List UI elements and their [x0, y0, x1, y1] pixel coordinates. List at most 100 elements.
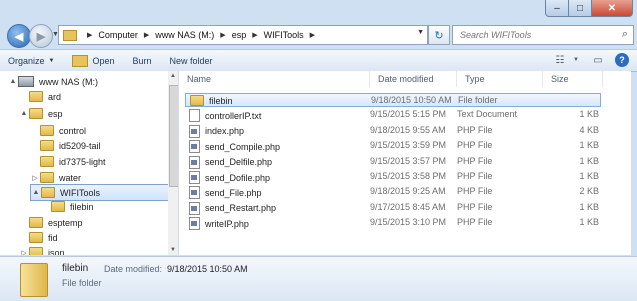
- breadcrumb-separator-icon[interactable]: ▶: [310, 31, 315, 39]
- tree-item-id5209-tail[interactable]: id5209-tail: [30, 138, 101, 153]
- folder-icon: [29, 217, 43, 228]
- tree-item-label: www NAS (M:): [39, 76, 98, 87]
- search-icon[interactable]: ⌕: [622, 28, 628, 41]
- column-header-size[interactable]: Size: [543, 71, 603, 87]
- file-date-modified: 9/18/2015 9:25 AM: [370, 186, 446, 197]
- file-row[interactable]: send_Compile.php 9/15/2015 3:59 PM PHP Fil…: [185, 139, 601, 154]
- open-folder-icon: [72, 54, 89, 67]
- tree-item-www-nas-m[interactable]: ▲ www NAS (M:): [8, 74, 98, 89]
- tree-item-json[interactable]: ▷ json: [19, 245, 65, 255]
- address-dropdown-icon[interactable]: ▼: [417, 29, 424, 36]
- tree-item-filebin[interactable]: filebin: [41, 199, 94, 214]
- folder-icon: [29, 91, 43, 102]
- organize-button[interactable]: Organize ▼: [8, 56, 54, 66]
- collapsed-arrow-icon[interactable]: ▷: [30, 174, 40, 182]
- tree-item-label: ard: [48, 91, 62, 102]
- scrollbar-thumb[interactable]: [169, 85, 178, 187]
- file-row[interactable]: send_Delfile.php 9/15/2015 3:57 PM PHP Fil…: [185, 155, 601, 169]
- file-row[interactable]: index.php 9/18/2015 9:55 AM PHP File 4 KB: [185, 124, 601, 138]
- command-bar: Organize ▼ Open Burn New folder ☷ ▼ ▭ ?: [0, 49, 637, 72]
- maximize-button[interactable]: □: [569, 0, 592, 17]
- address-bar[interactable]: ▶ Computer ▶ www NAS (M:) ▶ esp ▶ WIFITo…: [58, 25, 428, 45]
- back-button[interactable]: ◀: [7, 24, 31, 48]
- burn-button[interactable]: Burn: [133, 56, 152, 66]
- file-name-cell: writeIP.php: [189, 217, 249, 231]
- file-name-cell: filebin: [190, 95, 233, 106]
- column-header-date-modified[interactable]: Date modified: [370, 71, 457, 87]
- file-row[interactable]: send_Dofile.php 9/15/2015 3:58 PM PHP File…: [185, 170, 601, 184]
- view-options-icon[interactable]: ☷: [553, 54, 567, 66]
- tree-item-esptemp[interactable]: esptemp: [19, 215, 83, 230]
- folder-icon: [40, 125, 54, 136]
- php-file-icon: [189, 124, 200, 138]
- file-type: PHP File: [457, 124, 493, 135]
- breadcrumb-wifitools[interactable]: WIFITools: [264, 30, 304, 40]
- breadcrumb-separator-icon[interactable]: ▶: [87, 31, 92, 39]
- breadcrumb-esp[interactable]: esp: [232, 30, 247, 40]
- refresh-button[interactable]: ↻: [428, 25, 450, 45]
- tree-item-label: fid: [48, 232, 58, 243]
- breadcrumb-nas-drive[interactable]: www NAS (M:): [155, 30, 214, 40]
- collapsed-arrow-icon[interactable]: ▷: [19, 249, 29, 256]
- burn-label: Burn: [132, 55, 152, 66]
- forward-button[interactable]: ▶: [29, 24, 53, 48]
- tree-item-ard[interactable]: ard: [19, 89, 61, 104]
- chevron-down-icon[interactable]: ▼: [569, 54, 583, 66]
- navigation-pane: ▲ www NAS (M:) ard ▲ esp control id5209-tail id…: [0, 71, 179, 255]
- breadcrumb-separator-icon[interactable]: ▶: [252, 31, 257, 39]
- file-name-cell: send_Restart.php: [189, 201, 276, 215]
- file-date-modified: 9/15/2015 3:10 PM: [370, 217, 447, 228]
- help-icon[interactable]: ?: [615, 53, 629, 67]
- open-button[interactable]: Open: [72, 54, 115, 67]
- folder-icon: [29, 247, 43, 255]
- column-header-type[interactable]: Type: [457, 71, 543, 87]
- file-date-modified: 9/15/2015 3:58 PM: [370, 171, 447, 181]
- minimize-button[interactable]: –: [545, 0, 569, 17]
- file-row[interactable]: send_File.php 9/18/2015 9:25 AM PHP File 2 …: [185, 185, 601, 200]
- file-row[interactable]: controllerIP.txt 9/15/2015 5:15 PM Text Do…: [185, 108, 601, 123]
- tree-item-label: id7375-light: [59, 156, 106, 167]
- tree-item-esp[interactable]: ▲ esp: [19, 106, 63, 121]
- file-name-cell: send_File.php: [189, 186, 262, 200]
- expanded-arrow-icon[interactable]: ▲: [19, 110, 29, 117]
- tree-item-label: water: [59, 172, 82, 183]
- file-row[interactable]: send_Restart.php 9/17/2015 8:45 AM PHP Fil…: [185, 201, 601, 215]
- tree-item-id7375-light[interactable]: id7375-light: [30, 154, 106, 169]
- folder-icon: [40, 172, 54, 183]
- details-item-type: File folder: [62, 278, 102, 288]
- breadcrumb-computer[interactable]: Computer: [98, 30, 138, 40]
- column-header-name[interactable]: Name: [179, 71, 370, 87]
- scroll-up-icon[interactable]: ▲: [168, 71, 178, 81]
- search-input[interactable]: [458, 29, 614, 41]
- file-row[interactable]: filebin 9/18/2015 10:50 AM File folder: [185, 93, 601, 107]
- new-folder-button[interactable]: New folder: [170, 56, 213, 66]
- file-date-modified: 9/17/2015 8:45 AM: [370, 201, 446, 212]
- file-size: 1 KB: [579, 171, 599, 181]
- explorer-window: – □ ✕ ◀ ▶ ▼ ▶ Computer ▶ www NAS (M:) ▶ …: [0, 0, 637, 301]
- navigation-scrollbar[interactable]: ▲ ▼: [168, 71, 178, 255]
- file-date-modified: 9/18/2015 9:55 AM: [370, 124, 446, 135]
- breadcrumb-separator-icon[interactable]: ▶: [144, 31, 149, 39]
- file-name: send_Dofile.php: [205, 172, 271, 183]
- scroll-down-icon[interactable]: ▼: [168, 245, 178, 255]
- file-date-modified: 9/15/2015 3:59 PM: [370, 140, 447, 151]
- details-date-value: 9/18/2015 10:50 AM: [167, 264, 248, 274]
- preview-pane-icon[interactable]: ▭: [591, 54, 605, 66]
- breadcrumb-separator-icon[interactable]: ▶: [220, 31, 225, 39]
- folder-icon: [29, 232, 43, 243]
- folder-icon: [41, 187, 55, 198]
- file-name: send_Compile.php: [205, 141, 281, 152]
- organize-label: Organize: [8, 55, 45, 66]
- tree-item-water[interactable]: ▷ water: [30, 170, 81, 185]
- tree-item-control[interactable]: control: [30, 123, 86, 138]
- file-row[interactable]: writeIP.php 9/15/2015 3:10 PM PHP File 1 KB: [185, 216, 601, 231]
- expanded-arrow-icon[interactable]: ▲: [8, 78, 18, 85]
- file-size: 1 KB: [579, 217, 599, 228]
- tree-item-fid[interactable]: fid: [19, 230, 58, 245]
- close-button[interactable]: ✕: [592, 0, 633, 17]
- expanded-arrow-icon[interactable]: ▲: [31, 189, 41, 196]
- search-box[interactable]: ⌕: [452, 25, 634, 45]
- file-size: 4 KB: [579, 124, 599, 135]
- file-size: 1 KB: [579, 201, 599, 212]
- folder-icon: [190, 95, 204, 106]
